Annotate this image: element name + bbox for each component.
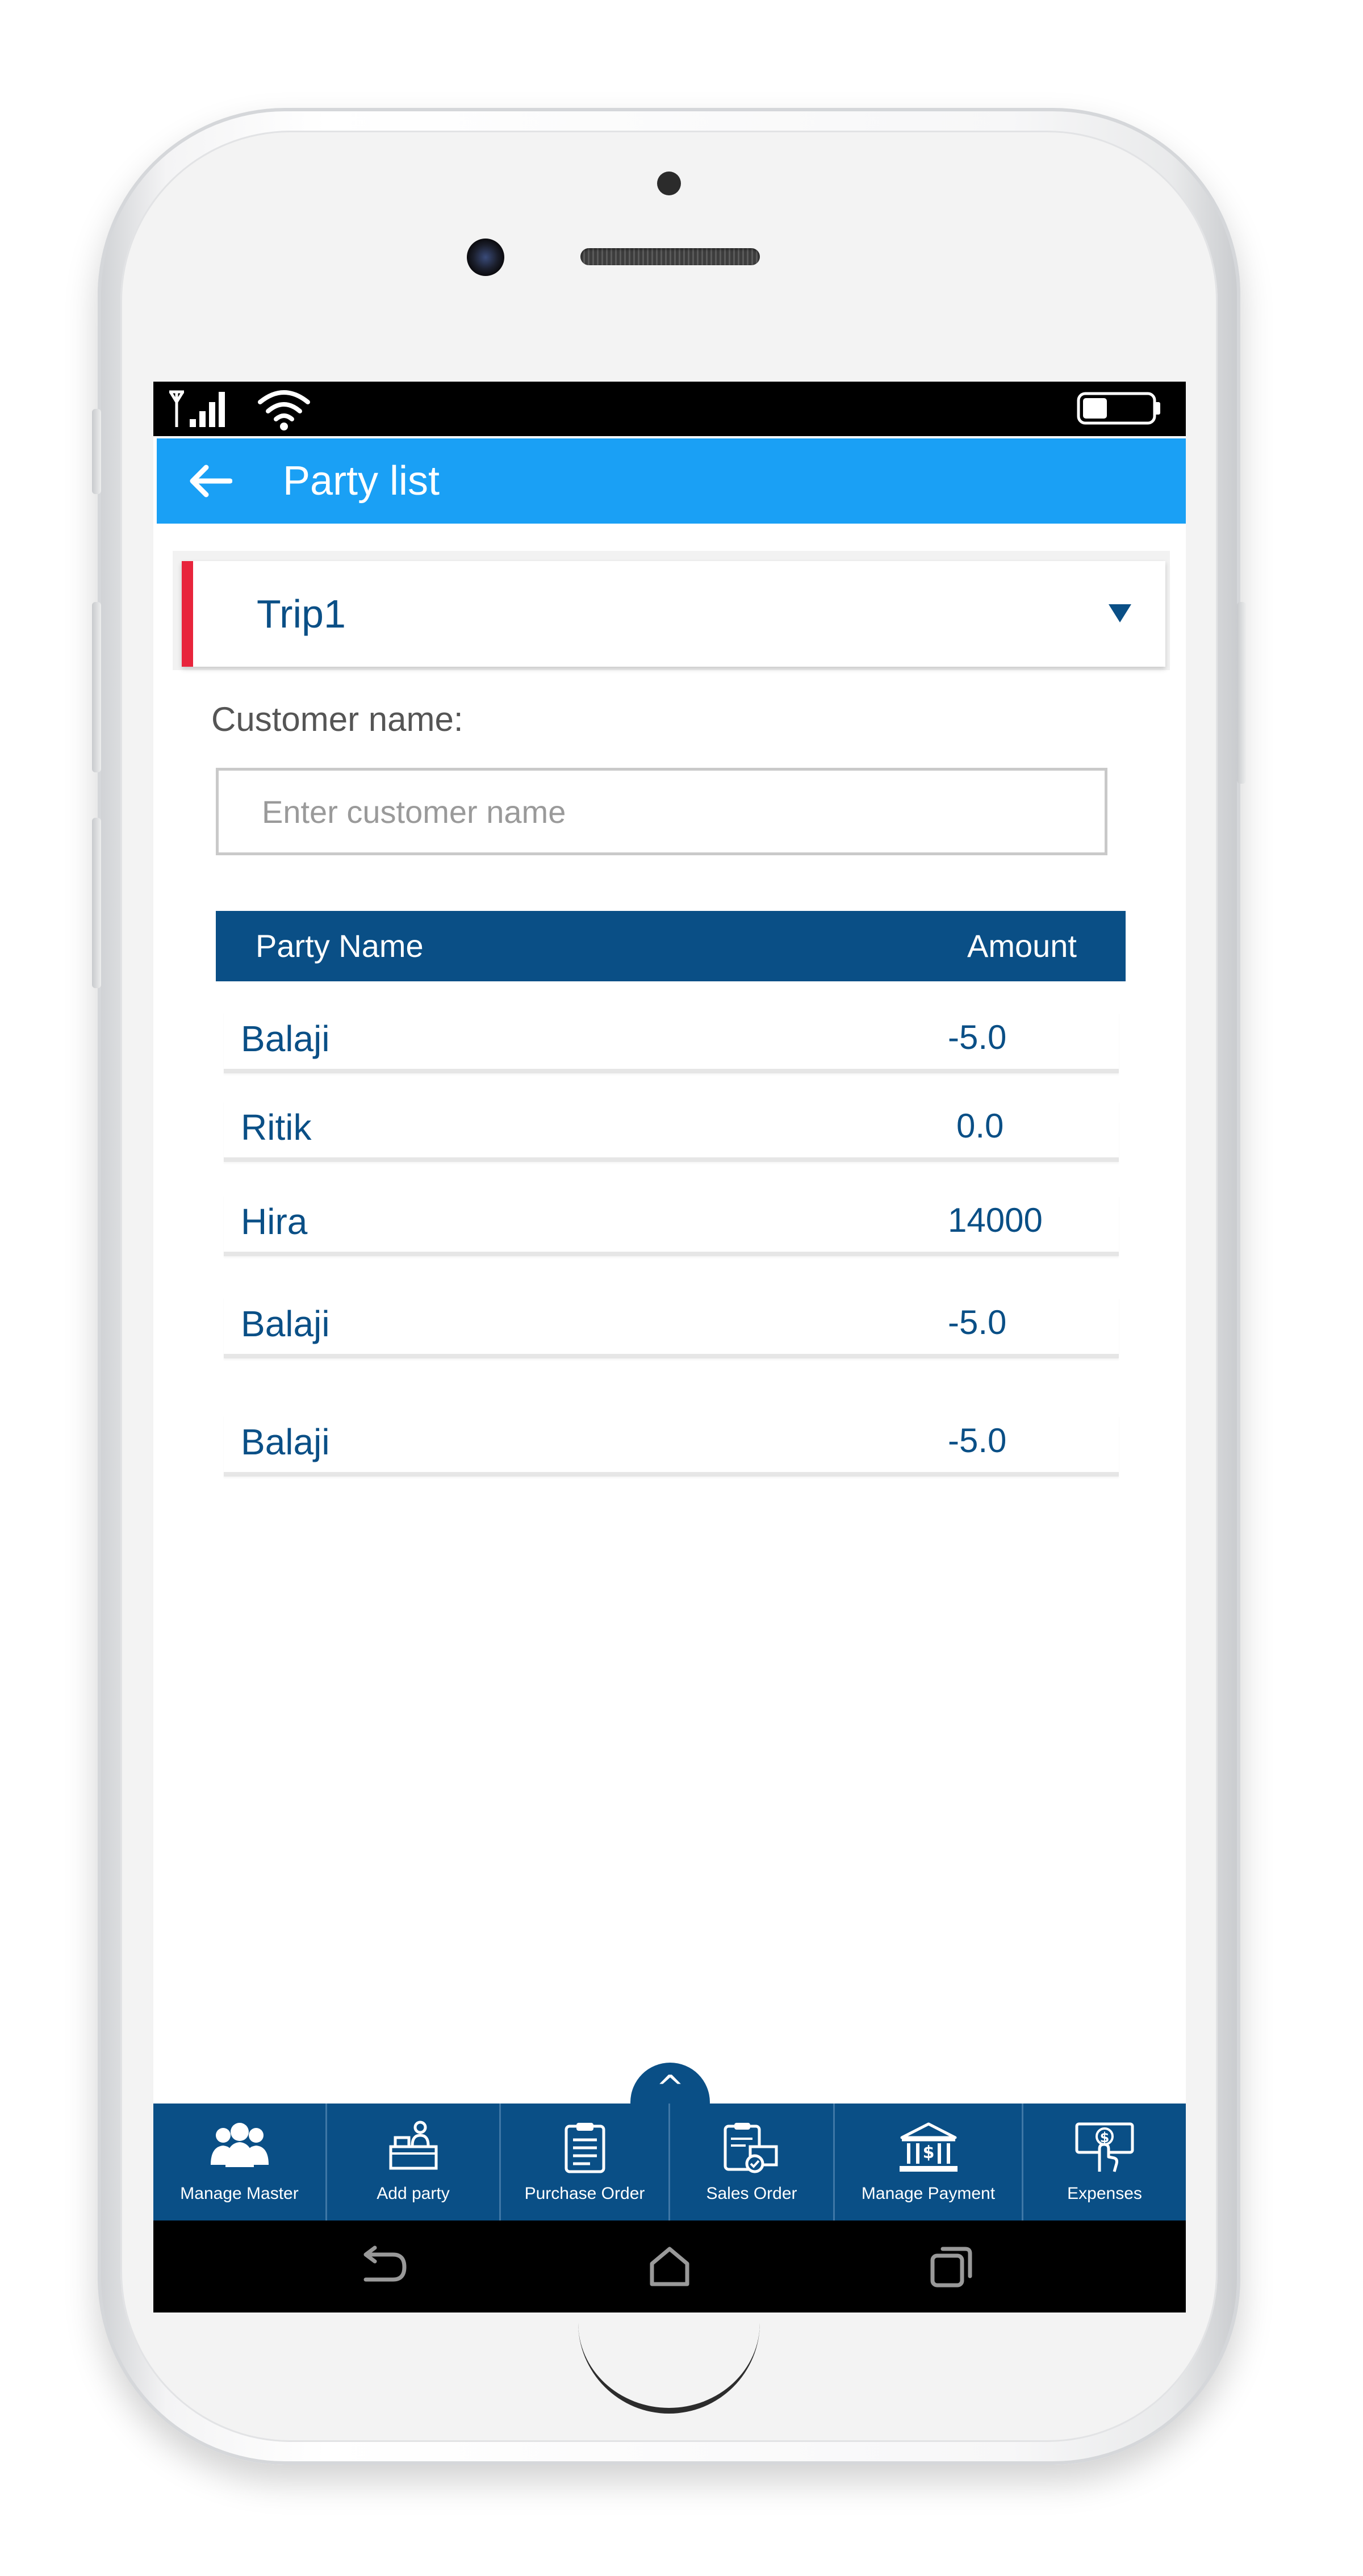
- amount-cell: 14000: [948, 1201, 1043, 1239]
- customer-name-label: Customer name:: [211, 700, 463, 738]
- clipboard-list-icon: [565, 2123, 605, 2173]
- table-row[interactable]: Ritik 0.0: [224, 1101, 1119, 1162]
- party-name-cell: Balaji: [241, 1018, 330, 1059]
- front-camera: [467, 239, 504, 276]
- nav-expenses[interactable]: $ Expenses: [1023, 2104, 1186, 2220]
- bottom-navigation: Manage Master Add party Purchase Order S…: [153, 2104, 1186, 2220]
- party-name-cell: Balaji: [241, 1303, 330, 1344]
- proximity-sensor: [657, 172, 681, 195]
- nav-sales-order[interactable]: Sales Order: [670, 2104, 835, 2220]
- battery-low-icon: [1077, 392, 1160, 425]
- party-name-cell: Hira: [241, 1201, 308, 1242]
- system-home-icon[interactable]: [644, 2243, 695, 2289]
- phone-screen: Party list Trip1 Customer name: Party Na…: [153, 382, 1186, 2312]
- volume-down-button: [92, 818, 101, 988]
- trip-dropdown[interactable]: Trip1: [182, 561, 1165, 667]
- signal-bars-icon: [169, 390, 225, 427]
- mute-switch: [92, 409, 101, 494]
- nav-label: Purchase Order: [524, 2184, 645, 2203]
- amount-cell: -5.0: [948, 1421, 1007, 1460]
- table-row[interactable]: Balaji -5.0: [224, 1415, 1119, 1477]
- table-row[interactable]: Balaji -5.0: [224, 1012, 1119, 1073]
- column-header-amount: Amount: [967, 928, 1077, 964]
- nav-manage-master[interactable]: Manage Master: [153, 2104, 327, 2220]
- power-button: [1237, 602, 1246, 784]
- trip-selected-value: Trip1: [257, 592, 346, 636]
- party-table-header: Party Name Amount: [216, 911, 1126, 981]
- nav-label: Sales Order: [706, 2184, 797, 2203]
- table-row[interactable]: Balaji -5.0: [224, 1297, 1119, 1358]
- hand-money-icon: $: [1075, 2122, 1134, 2172]
- nav-add-party[interactable]: Add party: [327, 2104, 501, 2220]
- nav-label: Manage Payment: [861, 2184, 996, 2203]
- clipboard-check-icon: [724, 2123, 777, 2173]
- desk-person-icon: [389, 2121, 437, 2170]
- table-row[interactable]: Hira 14000: [224, 1195, 1119, 1256]
- triangle-down-icon: [1109, 604, 1131, 622]
- system-back-icon[interactable]: [358, 2243, 409, 2289]
- nav-purchase-order[interactable]: Purchase Order: [501, 2104, 670, 2220]
- arrow-left-icon: [190, 465, 232, 497]
- party-name-cell: Balaji: [241, 1421, 330, 1462]
- nav-manage-payment[interactable]: $ Manage Payment: [835, 2104, 1023, 2220]
- earpiece-speaker: [580, 248, 760, 265]
- back-button[interactable]: [184, 455, 235, 507]
- system-recents-icon[interactable]: [926, 2243, 977, 2289]
- bank-icon: $: [899, 2122, 958, 2172]
- volume-up-button: [92, 602, 101, 772]
- people-group-icon: [210, 2123, 269, 2167]
- app-bar: Party list: [157, 438, 1186, 524]
- customer-name-input[interactable]: [216, 768, 1107, 855]
- column-header-party-name: Party Name: [256, 928, 424, 964]
- amount-cell: -5.0: [948, 1303, 1007, 1341]
- svg-text:$: $: [922, 2143, 934, 2163]
- nav-label: Add party: [377, 2184, 450, 2203]
- page-title: Party list: [283, 458, 440, 504]
- system-navigation-bar: [153, 2220, 1186, 2312]
- nav-label: Manage Master: [180, 2184, 299, 2203]
- nav-label: Expenses: [1067, 2184, 1142, 2203]
- amount-cell: -5.0: [948, 1018, 1007, 1056]
- amount-cell: 0.0: [956, 1107, 1004, 1145]
- wifi-icon: [258, 390, 310, 430]
- status-bar: [153, 382, 1186, 436]
- party-name-cell: Ritik: [241, 1107, 312, 1148]
